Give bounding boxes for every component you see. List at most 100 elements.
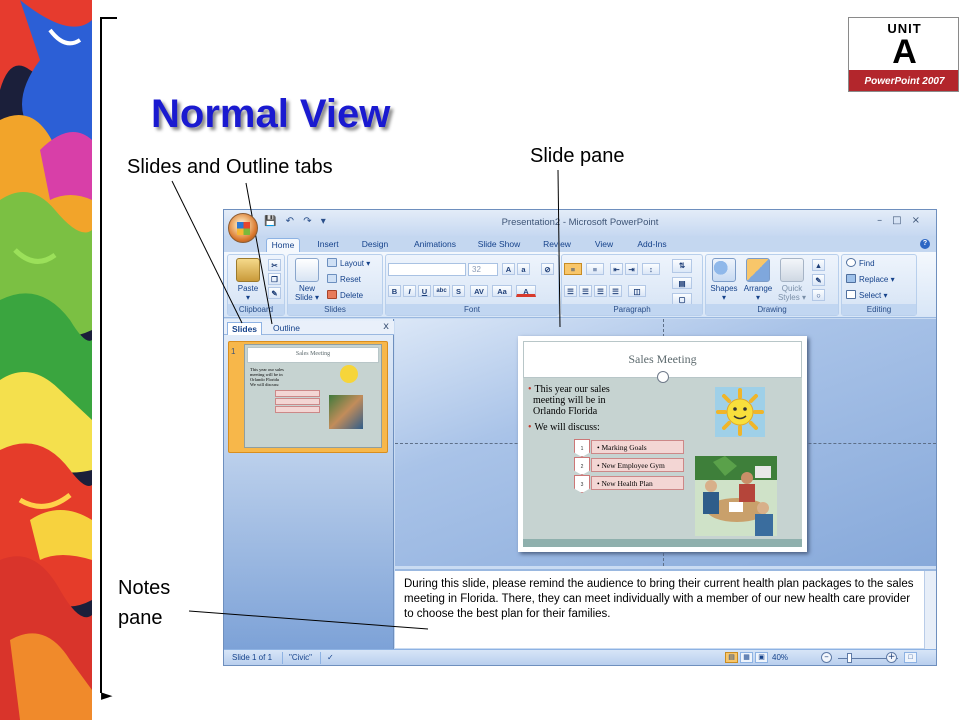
slides-outline-panel: Slides Outline x 1 Sales Meeting This ye… [224, 319, 394, 649]
arrange-button[interactable]: Arrange ▾ [741, 258, 775, 302]
increase-indent-icon[interactable]: ⇥ [625, 263, 638, 275]
delete-button[interactable]: Delete [327, 290, 363, 302]
meeting-clipart-image[interactable] [695, 456, 777, 536]
slide-sorter-icon[interactable]: ▦ [740, 652, 753, 663]
window-title: Presentation2 - Microsoft PowerPoint [501, 217, 659, 228]
layout-label: Layout [340, 259, 365, 268]
status-separator [282, 652, 283, 664]
bold-icon[interactable]: B [388, 285, 401, 297]
quick-styles-button[interactable]: Quick Styles ▾ [777, 258, 807, 302]
clear-formatting-icon[interactable]: ⊘ [541, 263, 554, 275]
theme-name: "Civic" [289, 653, 313, 662]
italic-icon[interactable]: I [403, 285, 416, 297]
tab-design[interactable]: Design [356, 238, 394, 252]
shape-effects-icon[interactable]: ○ [812, 289, 825, 301]
shapes-button[interactable]: Shapes ▾ [709, 258, 739, 302]
decrease-indent-icon[interactable]: ⇤ [610, 263, 623, 275]
align-text-icon[interactable]: ▤ [672, 277, 692, 289]
tab-slide-show[interactable]: Slide Show [474, 238, 524, 252]
new-slide-button[interactable]: New Slide ▾ [291, 258, 323, 302]
tab-slides[interactable]: Slides [227, 322, 263, 335]
spell-check-icon[interactable]: ✓ [327, 653, 334, 662]
find-button[interactable]: Find [846, 258, 875, 270]
notes-scrollbar[interactable] [924, 571, 936, 650]
callout-notes-pane-line1: Notes [118, 577, 171, 599]
shapes-label: Shapes [710, 284, 738, 293]
status-separator [320, 652, 321, 664]
office-logo-icon [237, 222, 250, 235]
grow-font-icon[interactable]: A [502, 263, 515, 275]
group-label-drawing: Drawing [706, 304, 838, 315]
rotation-handle-icon[interactable] [657, 371, 669, 383]
character-spacing-icon[interactable]: AV [470, 285, 488, 297]
zoom-out-icon[interactable]: – [821, 652, 832, 663]
copy-icon[interactable]: ❐ [268, 273, 281, 285]
shape-fill-icon[interactable]: ▲ [812, 259, 825, 271]
delete-label: Delete [340, 291, 364, 300]
group-label-font: Font [386, 304, 558, 315]
replace-button[interactable]: Replace ▾ [846, 274, 895, 286]
underline-icon[interactable]: U [418, 285, 431, 297]
font-name-field[interactable] [388, 263, 466, 276]
tab-add-ins[interactable]: Add-Ins [630, 238, 674, 252]
numbering-icon[interactable]: ≡ [586, 263, 604, 275]
list-item[interactable]: • New Employee Gym [591, 458, 684, 472]
columns-icon[interactable]: ◫ [628, 285, 646, 297]
normal-view-icon[interactable]: ▤ [725, 652, 738, 663]
change-case-icon[interactable]: Aa [492, 285, 512, 297]
paste-button[interactable]: Paste ▾ [232, 258, 264, 302]
zoom-level[interactable]: 40% [772, 653, 788, 662]
tab-home[interactable]: Home [266, 238, 300, 252]
slide-canvas[interactable]: Sales Meeting • This year our sales meeti… [518, 336, 807, 552]
tab-view[interactable]: View [588, 238, 620, 252]
office-button[interactable] [228, 213, 258, 243]
tab-animations[interactable]: Animations [408, 238, 462, 252]
help-icon[interactable]: ? [920, 239, 930, 249]
tab-outline[interactable]: Outline [269, 322, 304, 335]
tab-review[interactable]: Review [538, 238, 576, 252]
slide-pane[interactable]: Sales Meeting • This year our sales meeti… [395, 319, 936, 566]
font-color-icon[interactable]: A [516, 285, 536, 297]
bullets-icon[interactable]: ≡ [564, 263, 582, 275]
window-controls[interactable]: –□× [877, 215, 930, 226]
slide-thumbnail[interactable]: Sales Meeting This year our sales meetin… [244, 344, 382, 448]
zoom-in-icon[interactable]: + [886, 652, 897, 663]
shrink-font-icon[interactable]: a [517, 263, 530, 275]
justify-icon[interactable]: ☰ [609, 285, 622, 297]
shape-outline-icon[interactable]: ✎ [812, 274, 825, 286]
shadow-icon[interactable]: S [452, 285, 465, 297]
panel-close-icon[interactable]: x [383, 321, 389, 332]
layout-button[interactable]: Layout ▾ [327, 258, 370, 270]
align-right-icon[interactable]: ☰ [594, 285, 607, 297]
group-clipboard: Paste ▾ ✂ ❐ ✎ Clipboard [227, 254, 285, 316]
arrange-icon [746, 258, 770, 282]
cut-icon[interactable]: ✂ [268, 259, 281, 271]
align-center-icon[interactable]: ☰ [579, 285, 592, 297]
zoom-slider-thumb[interactable] [847, 653, 852, 663]
fit-to-window-icon[interactable]: □ [904, 652, 917, 663]
format-painter-icon[interactable]: ✎ [268, 287, 281, 299]
thumb-bullets: This year our sales meeting will be in O… [250, 367, 284, 387]
thumb-item-3 [275, 406, 320, 413]
tab-insert[interactable]: Insert [310, 238, 346, 252]
unit-product: PowerPoint 2007 [849, 70, 958, 91]
line-spacing-icon[interactable]: ↕ [642, 263, 660, 275]
quick-styles-icon [780, 258, 804, 282]
sun-clipart-icon[interactable] [714, 386, 766, 438]
layout-icon [327, 258, 337, 267]
notes-text[interactable]: During this slide, please remind the aud… [404, 577, 914, 622]
reset-button[interactable]: Reset [327, 274, 361, 286]
slide-show-icon[interactable]: ▣ [755, 652, 768, 663]
panel-tabs: Slides Outline x [224, 321, 394, 335]
select-button[interactable]: Select ▾ [846, 290, 887, 302]
list-item[interactable]: • New Health Plan [591, 476, 684, 490]
list-item[interactable]: • Marking Goals [591, 440, 684, 454]
text-direction-icon[interactable]: ⇅ [672, 259, 692, 273]
bullet2-text: We will discuss: [534, 422, 600, 433]
new-slide-label-1: New [298, 284, 315, 293]
font-size-field[interactable]: 32 [468, 263, 498, 276]
select-icon [846, 290, 856, 299]
notes-pane[interactable]: During this slide, please remind the aud… [395, 569, 936, 650]
align-left-icon[interactable]: ☰ [564, 285, 577, 297]
strikethrough-icon[interactable]: abc [433, 285, 450, 297]
